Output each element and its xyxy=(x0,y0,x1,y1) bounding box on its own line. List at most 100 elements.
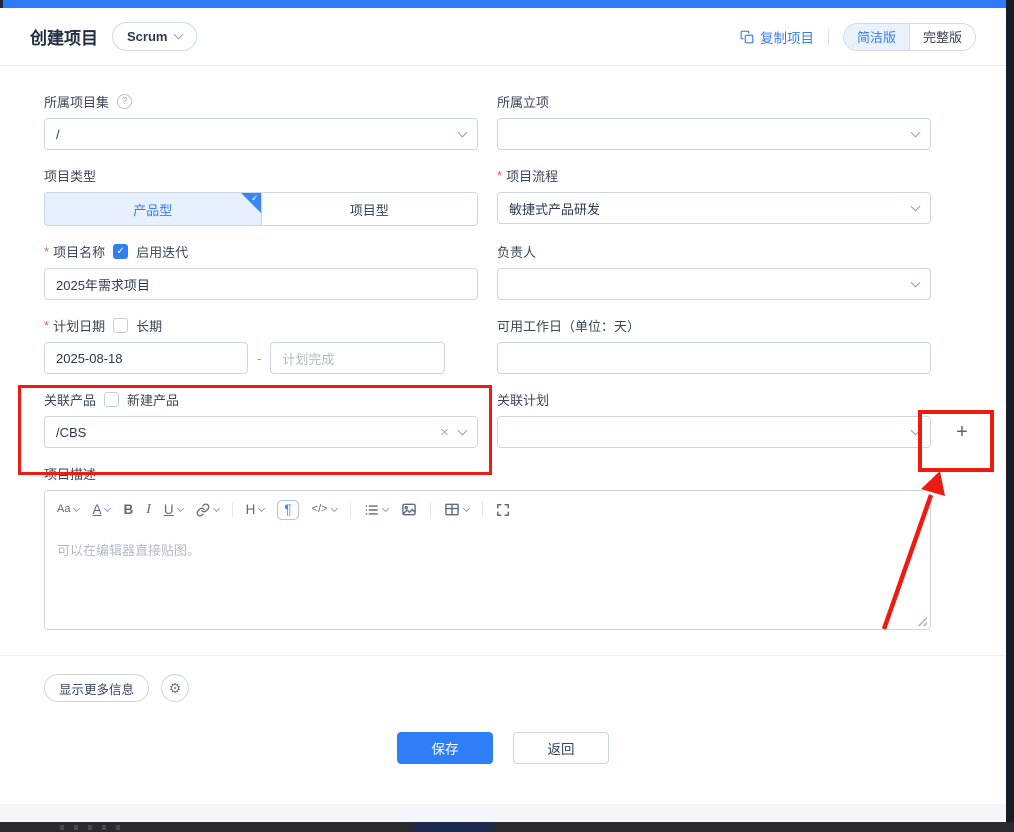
right-edge-strip xyxy=(1006,0,1014,832)
list-icon xyxy=(365,505,378,515)
field-linked-product: 关联产品 新建产品 /CBS × xyxy=(18,385,492,475)
linked-product-label: 关联产品 xyxy=(44,392,97,408)
toolbar-divider xyxy=(481,501,483,518)
toolbar-divider xyxy=(349,501,351,518)
browser-top-accent-bar xyxy=(0,0,1006,8)
editor-placeholder: 可以在编辑器直接贴图。 xyxy=(57,542,201,558)
italic-icon: I xyxy=(146,501,151,517)
bottom-status-strip xyxy=(0,804,1006,822)
resize-handle[interactable] xyxy=(916,615,927,626)
workdays-input[interactable] xyxy=(497,342,931,374)
project-charter-select[interactable] xyxy=(497,118,931,150)
font-size-icon: Aa xyxy=(57,503,71,516)
taskbar-strip xyxy=(0,822,1014,832)
iteration-checkbox[interactable]: ✓ xyxy=(113,243,129,259)
taskbar-icons xyxy=(60,825,120,830)
required-mark: * xyxy=(44,317,50,333)
fullscreen-icon xyxy=(496,503,509,516)
heading-button[interactable]: H xyxy=(246,503,266,517)
link-button[interactable] xyxy=(196,503,220,517)
chevron-down-icon xyxy=(212,505,220,513)
code-button[interactable]: </> xyxy=(312,504,338,515)
page-title: 创建项目 xyxy=(30,29,98,48)
taskbar-active-app xyxy=(413,822,493,832)
chevron-down-icon xyxy=(104,505,112,513)
project-type-label: 项目类型 xyxy=(44,168,97,184)
chevron-down-icon xyxy=(258,505,266,513)
chevron-down-icon xyxy=(910,201,921,211)
option-project-label: 项目型 xyxy=(349,202,389,218)
linked-plan-select[interactable] xyxy=(497,416,931,448)
iteration-checkbox-label[interactable]: 启用迭代 xyxy=(136,242,188,261)
copy-project-button[interactable]: 复制项目 xyxy=(740,27,814,47)
template-selector[interactable]: Scrum xyxy=(112,22,198,51)
paragraph-button[interactable]: ¶ xyxy=(277,500,299,520)
chevron-down-icon xyxy=(457,127,468,137)
linked-product-select[interactable]: /CBS × xyxy=(44,416,478,448)
footer-divider xyxy=(0,655,1006,656)
settings-button[interactable]: ⚙ xyxy=(161,674,190,702)
image-button[interactable] xyxy=(401,502,417,517)
toolbar-divider xyxy=(231,501,233,518)
chevron-down-icon xyxy=(910,277,921,287)
chevron-down-icon xyxy=(381,505,389,513)
top-left-corner xyxy=(0,0,3,8)
italic-button[interactable]: I xyxy=(146,501,151,517)
table-button[interactable] xyxy=(444,502,470,517)
copy-project-label: 复制项目 xyxy=(759,30,814,46)
underline-button[interactable]: U xyxy=(164,503,184,517)
project-set-value: / xyxy=(56,126,60,142)
show-more-info-button[interactable]: 显示更多信息 xyxy=(44,674,150,702)
chevron-down-icon xyxy=(462,505,470,513)
font-color-icon: A xyxy=(92,502,102,517)
chevron-down-icon xyxy=(176,505,184,513)
owner-select[interactable] xyxy=(497,268,931,300)
bold-button[interactable]: B xyxy=(123,503,133,517)
back-button[interactable]: 返回 xyxy=(513,732,609,764)
view-toggle-full[interactable]: 完整版 xyxy=(908,23,975,50)
editor-toolbar: Aa A B I U H ¶ </> xyxy=(45,491,930,527)
view-toggle-simple[interactable]: 简洁版 xyxy=(843,23,909,50)
workflow-select[interactable]: 敏捷式产品研发 xyxy=(497,192,931,224)
table-icon xyxy=(444,503,459,516)
field-linked-plan: 关联计划 + xyxy=(497,390,994,472)
project-type-option-project[interactable]: 项目型 xyxy=(260,193,478,225)
new-product-checkbox-label[interactable]: 新建产品 xyxy=(127,390,179,409)
list-button[interactable] xyxy=(364,503,389,517)
field-project-type: 项目类型 产品型 ✓ 项目型 xyxy=(44,166,478,226)
project-type-option-product[interactable]: 产品型 ✓ xyxy=(45,193,261,225)
plan-end-input[interactable]: 计划完成 xyxy=(270,342,446,374)
field-project-name: * 项目名称 ✓ 启用迭代 2025年需求项目 xyxy=(44,242,478,300)
date-separator: - xyxy=(257,350,262,366)
plan-date-label: 计划日期 xyxy=(53,318,106,334)
help-icon[interactable]: ? xyxy=(117,93,133,109)
field-owner: 负责人 xyxy=(497,242,931,300)
longterm-checkbox[interactable] xyxy=(113,317,129,333)
chevron-down-icon xyxy=(330,505,338,513)
gear-icon: ⚙ xyxy=(168,679,182,696)
field-workflow: * 项目流程 敏捷式产品研发 xyxy=(497,166,931,226)
copy-icon xyxy=(740,30,754,43)
font-color-button[interactable]: A xyxy=(92,502,112,517)
longterm-checkbox-label[interactable]: 长期 xyxy=(136,316,162,335)
save-button[interactable]: 保存 xyxy=(397,732,493,764)
project-charter-label: 所属立项 xyxy=(497,94,550,110)
plan-begin-input[interactable]: 2025-08-18 xyxy=(44,342,248,374)
chevron-down-icon xyxy=(73,505,81,513)
description-editor: Aa A B I U H ¶ </> 可以在编辑器直接贴图。 xyxy=(44,490,931,630)
image-icon xyxy=(401,503,416,516)
fullscreen-button[interactable] xyxy=(496,503,510,517)
plan-begin-value: 2025-08-18 xyxy=(56,350,123,366)
chevron-down-icon xyxy=(174,29,184,40)
font-size-button[interactable]: Aa xyxy=(57,503,81,516)
project-name-input[interactable]: 2025年需求项目 xyxy=(44,268,478,300)
clear-icon[interactable]: × xyxy=(440,424,449,441)
field-description: 项目描述 Aa A B I U H ¶ </> 可以在编辑器直接贴图。 xyxy=(44,464,931,630)
project-set-select[interactable]: / xyxy=(44,118,478,150)
chevron-down-icon xyxy=(910,425,921,435)
required-mark: * xyxy=(44,243,50,259)
create-project-form: 所属项目集 ? / 所属立项 项目类型 产品型 ✓ 项目型 * 项目流程 敏捷式… xyxy=(18,66,994,646)
add-plan-button[interactable]: + xyxy=(918,410,994,472)
new-product-checkbox[interactable] xyxy=(104,391,120,407)
editor-content-area[interactable]: 可以在编辑器直接贴图。 xyxy=(45,527,930,572)
